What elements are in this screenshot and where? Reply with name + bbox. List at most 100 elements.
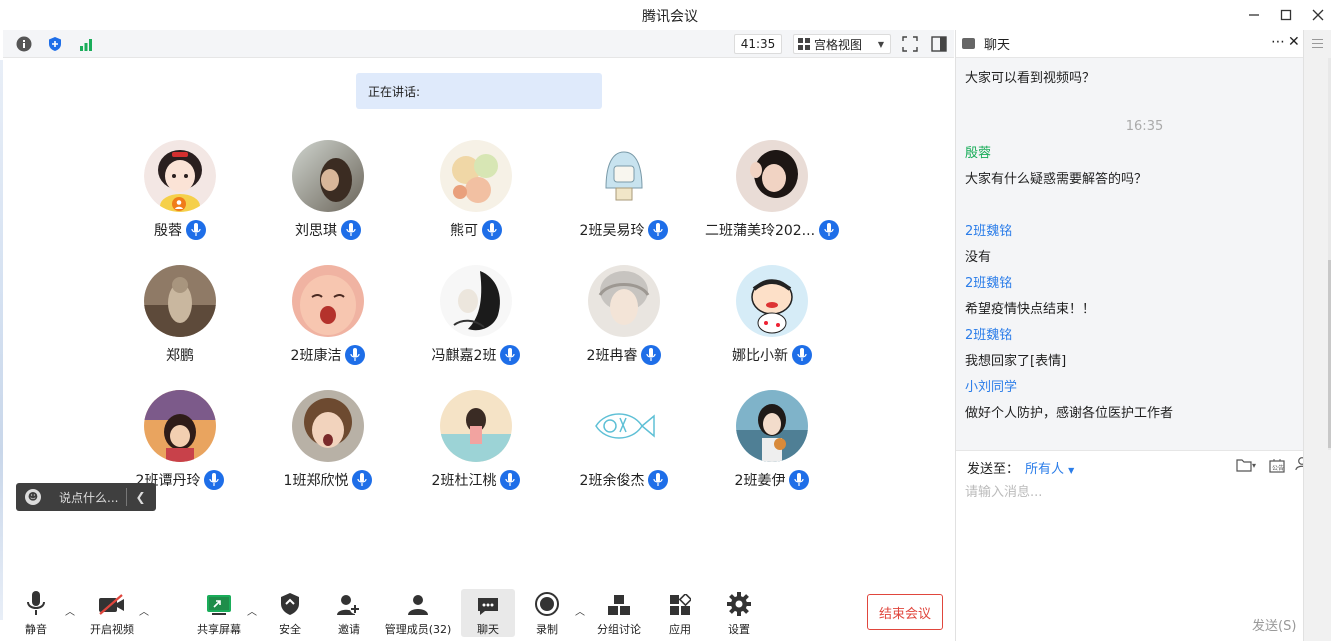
participant-tile[interactable]: 2班康洁 (253, 265, 403, 380)
manage-members-button[interactable]: 管理成员(32) (383, 589, 453, 637)
participant-tile[interactable]: 2班杜江桃 (401, 390, 551, 505)
participant-tile[interactable]: 熊可 (401, 140, 551, 255)
mic-on-icon[interactable] (789, 470, 810, 490)
record-button[interactable]: 录制 (529, 589, 565, 637)
meeting-toolbar-bottom: 静音 ︿ 开启视频 ︿ 共享屏幕 ︿ 安全 邀请 管理成员(32) 聊天 录制 … (3, 585, 954, 641)
mic-on-icon[interactable] (500, 470, 521, 490)
chat-bubble-icon (478, 598, 498, 615)
info-icon[interactable] (15, 35, 33, 53)
desktop-edge (0, 60, 3, 620)
participant-tile[interactable]: 郑鹏 (105, 265, 255, 380)
notice-icon[interactable]: 公告 (1269, 457, 1285, 473)
fullscreen-icon (902, 36, 918, 52)
settings-button[interactable]: 设置 (721, 589, 757, 637)
chat-timestamp: 16:35 (1125, 119, 1164, 134)
mute-label: 静音 (25, 623, 47, 636)
mic-on-icon[interactable] (648, 220, 669, 240)
participant-tile[interactable]: 2班余俊杰 (549, 390, 699, 505)
participant-tile[interactable]: 2班冉睿 (549, 265, 699, 380)
security-label: 安全 (279, 623, 301, 636)
end-meeting-button[interactable]: 结束会议 (867, 594, 943, 630)
host-badge-icon (172, 197, 186, 211)
hamburger-icon[interactable] (1312, 39, 1323, 51)
collapse-left-icon[interactable]: ❮ (135, 490, 145, 504)
panel-layout-button[interactable] (928, 34, 950, 54)
shield-icon[interactable] (46, 35, 64, 53)
chat-title: 聊天 (984, 38, 1011, 53)
mic-on-icon[interactable] (352, 470, 373, 490)
title-bar: 腾讯会议 (0, 0, 1340, 30)
fullscreen-button[interactable] (899, 34, 921, 54)
participant-tile[interactable]: 娜比小新 (697, 265, 847, 380)
participant-tile[interactable]: 1班郑欣悦 (253, 390, 403, 505)
participant-name: 刘思琪 (295, 223, 337, 239)
video-options-caret-icon[interactable]: ︿ (139, 603, 149, 618)
avatar (736, 390, 808, 462)
mic-on-icon[interactable] (341, 220, 361, 240)
close-button[interactable] (1304, 4, 1332, 26)
mic-on-icon[interactable] (345, 345, 366, 365)
record-icon (535, 592, 559, 616)
participant-tile[interactable]: 2班姜伊 (697, 390, 847, 505)
mic-on-icon[interactable] (819, 220, 840, 240)
more-options-icon[interactable]: ⋯ (1271, 34, 1286, 50)
chat-sender[interactable]: 小刘同学 (965, 376, 1017, 395)
quick-chat-input[interactable]: ☻ 说点什么... ❮ (16, 483, 156, 511)
add-user-icon (337, 595, 360, 615)
mute-options-caret-icon[interactable]: ︿ (65, 603, 75, 618)
mute-button[interactable]: 静音 (15, 589, 57, 637)
chat-label: 聊天 (477, 623, 499, 636)
view-mode-select[interactable]: 宫格视图 ▼ (793, 34, 891, 54)
chat-sender[interactable]: 殷蓉 (965, 142, 991, 161)
participant-tile[interactable]: 二班蒲美玲202... (697, 140, 847, 255)
mic-on-icon[interactable] (204, 470, 225, 490)
participant-name: 2班杜江桃 (431, 473, 497, 489)
signal-icon[interactable] (77, 35, 95, 53)
participant-name: 殷蓉 (154, 223, 182, 239)
speaking-indicator: 正在讲话: (356, 73, 602, 109)
mic-on-icon[interactable] (186, 220, 206, 240)
chat-scrollbar-thumb[interactable] (1328, 260, 1331, 448)
chat-message: 大家可以看到视频吗？ (965, 71, 1096, 86)
record-options-caret-icon[interactable]: ︿ (575, 603, 585, 618)
breakout-rooms-button[interactable]: 分组讨论 (593, 589, 645, 637)
emoji-icon[interactable]: ☻ (25, 489, 41, 505)
mic-on-icon[interactable] (500, 345, 521, 365)
send-to-select[interactable]: 所有人 ▼ (1025, 458, 1074, 477)
start-video-button[interactable]: 开启视频 (83, 589, 141, 637)
chat-message: 大家有什么疑惑需要解答的吗？ (965, 172, 1148, 187)
manage-members-label: 管理成员(32) (384, 623, 452, 636)
members-icon (408, 595, 428, 615)
mic-on-icon[interactable] (792, 345, 812, 365)
mic-on-icon[interactable] (641, 345, 662, 365)
chat-sender[interactable]: 2班魏铭 (965, 272, 1012, 291)
invite-button[interactable]: 邀请 (330, 589, 368, 637)
chat-sender[interactable]: 2班魏铭 (965, 220, 1012, 239)
chat-panel: 聊天 ⋯ ✕ 大家可以看到视频吗？ 16:35 殷蓉 大家有什么疑惑需要解答的吗… (955, 30, 1331, 641)
window-title: 腾讯会议 (642, 9, 698, 25)
minimize-button[interactable] (1240, 4, 1268, 26)
start-video-label: 开启视频 (90, 623, 134, 636)
participant-name: 二班蒲美玲202... (704, 223, 816, 239)
chat-input[interactable]: 请输入消息... (965, 481, 1042, 500)
gear-icon (727, 592, 751, 616)
close-chat-icon[interactable]: ✕ (1288, 34, 1300, 50)
participant-tile[interactable]: 2班吴易玲 (549, 140, 699, 255)
participant-tile[interactable]: 殷蓉 (105, 140, 255, 255)
chat-button[interactable]: 聊天 (461, 589, 515, 637)
participant-tile[interactable]: 冯麒嘉2班 (401, 265, 551, 380)
mic-on-icon[interactable] (482, 220, 502, 240)
security-button[interactable]: 安全 (271, 589, 309, 637)
share-screen-button[interactable]: 共享屏幕 (193, 589, 245, 637)
notice-icon-label: 公告 (1272, 464, 1284, 472)
meeting-toolbar-top: 41:35 宫格视图 ▼ (3, 30, 954, 58)
share-options-caret-icon[interactable]: ︿ (247, 603, 257, 618)
mic-on-icon[interactable] (648, 470, 669, 490)
apps-button[interactable]: 应用 (663, 589, 697, 637)
maximize-button[interactable] (1272, 4, 1300, 26)
speaking-label: 正在讲话: (368, 85, 421, 99)
file-icon[interactable]: ▾ (1236, 457, 1256, 473)
chat-sender[interactable]: 2班魏铭 (965, 324, 1012, 343)
send-button[interactable]: 发送(S) (1252, 615, 1296, 634)
participant-tile[interactable]: 刘思琪 (253, 140, 403, 255)
